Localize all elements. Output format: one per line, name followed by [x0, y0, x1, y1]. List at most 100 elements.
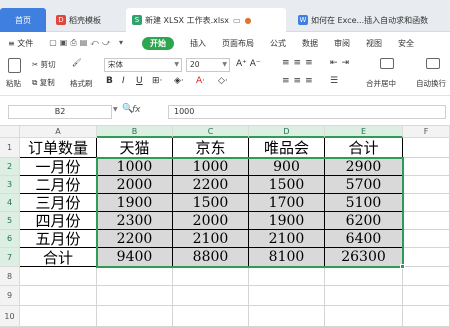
value-cell[interactable]: 1000	[173, 158, 249, 176]
value-cell[interactable]: 2000	[97, 176, 173, 194]
value-cell[interactable]: 1500	[249, 176, 325, 194]
fx-icon[interactable]: fx	[132, 105, 141, 115]
empty-cell[interactable]	[403, 158, 450, 176]
empty-cell[interactable]	[249, 267, 325, 286]
fill-handle[interactable]	[400, 264, 405, 269]
grand-total-cell[interactable]: 26300	[325, 248, 403, 267]
menu-start[interactable]: 开始	[134, 36, 182, 50]
row-header-9[interactable]: 9	[0, 286, 20, 306]
header-cell[interactable]: 合计	[325, 138, 403, 158]
value-cell[interactable]: 1700	[249, 194, 325, 212]
row-header-5[interactable]: 5	[0, 212, 20, 230]
font-name-select[interactable]: 宋体 ▼	[104, 58, 182, 72]
value-cell[interactable]: 2100	[249, 230, 325, 248]
empty-cell[interactable]	[97, 306, 173, 327]
value-cell[interactable]: 2300	[97, 212, 173, 230]
header-cell[interactable]: 京东	[173, 138, 249, 158]
value-cell[interactable]: 1000	[97, 158, 173, 176]
chevron-down-icon[interactable]: ▼	[113, 106, 118, 113]
horizontal-align-icons[interactable]: ≡≡≡	[282, 76, 317, 86]
empty-cell[interactable]	[325, 306, 403, 327]
tab-close-dot-icon[interactable]: ●	[245, 16, 252, 25]
paste-button[interactable]	[8, 58, 21, 73]
row-header-1[interactable]: 1	[0, 138, 20, 158]
tab-home[interactable]: 首页	[0, 8, 46, 32]
vertical-align-icons[interactable]: ≡≡≡	[282, 58, 317, 68]
border-icon[interactable]: ⊞·	[152, 76, 162, 86]
empty-cell[interactable]	[403, 230, 450, 248]
tab-workbook[interactable]: S 新建 XLSX 工作表.xlsx ▭ ●	[126, 8, 286, 32]
font-grow-shrink-icon[interactable]: A⁺ A⁻	[236, 59, 261, 69]
font-size-select[interactable]: 20 ▼	[186, 58, 230, 72]
row-header-2[interactable]: 2	[0, 158, 20, 176]
total-cell[interactable]: 2900	[325, 158, 403, 176]
empty-cell[interactable]	[173, 267, 249, 286]
empty-cell[interactable]	[20, 306, 97, 327]
value-cell[interactable]: 1500	[173, 194, 249, 212]
empty-cell[interactable]	[173, 306, 249, 327]
bold-icon[interactable]: B	[106, 76, 113, 86]
total-label-cell[interactable]: 合计	[20, 248, 97, 267]
empty-cell[interactable]	[20, 267, 97, 286]
select-all-corner[interactable]	[0, 126, 20, 138]
value-cell[interactable]: 2200	[97, 230, 173, 248]
header-cell[interactable]: 唯品会	[249, 138, 325, 158]
empty-cell[interactable]	[403, 176, 450, 194]
spreadsheet-grid[interactable]: A B C D E F 1 2 3 4 5 6 7 8 9 10 订单数量 天猫…	[0, 126, 450, 327]
fill-color-icon[interactable]: ◈·	[174, 76, 184, 86]
value-cell[interactable]: 2000	[173, 212, 249, 230]
sum-cell[interactable]: 9400	[97, 248, 173, 267]
value-cell[interactable]: 2100	[173, 230, 249, 248]
merge-button[interactable]: 合并居中	[366, 78, 396, 89]
italic-icon[interactable]: I	[122, 76, 125, 86]
underline-icon[interactable]: U	[136, 76, 143, 86]
total-cell[interactable]: 5100	[325, 194, 403, 212]
empty-cell[interactable]	[20, 286, 97, 306]
month-label-cell[interactable]: 五月份	[20, 230, 97, 248]
header-cell[interactable]: 订单数量	[20, 138, 97, 158]
menu-view[interactable]: 视图	[358, 38, 390, 49]
autowrap-button[interactable]: 自动换行	[416, 78, 446, 89]
menu-review[interactable]: 审阅	[326, 38, 358, 49]
value-cell[interactable]: 900	[249, 158, 325, 176]
menu-page-layout[interactable]: 页面布局	[214, 38, 262, 49]
row-header-10[interactable]: 10	[0, 306, 20, 327]
indent-icons[interactable]: ⇤⇥	[330, 58, 353, 68]
header-cell[interactable]: 天猫	[97, 138, 173, 158]
sum-cell[interactable]: 8800	[173, 248, 249, 267]
empty-cell[interactable]	[403, 194, 450, 212]
empty-cell[interactable]	[403, 267, 450, 286]
total-cell[interactable]: 6400	[325, 230, 403, 248]
menu-file[interactable]: ≡ 文件	[0, 38, 41, 49]
cut-button[interactable]: ✂ 剪切	[32, 59, 56, 70]
tab-docer-templates[interactable]: D 稻壳模板	[50, 8, 122, 32]
merge-icon[interactable]	[380, 58, 394, 69]
format-painter-label[interactable]: 格式刷	[70, 78, 93, 89]
empty-cell[interactable]	[97, 286, 173, 306]
empty-cell[interactable]	[325, 286, 403, 306]
empty-cell[interactable]	[173, 286, 249, 306]
format-painter-icon[interactable]: 🖌	[72, 58, 82, 67]
name-box[interactable]: B2	[8, 105, 112, 119]
clear-format-icon[interactable]: ◇·	[218, 76, 228, 86]
total-cell[interactable]: 6200	[325, 212, 403, 230]
column-header-f[interactable]: F	[403, 126, 450, 138]
value-cell[interactable]: 2200	[173, 176, 249, 194]
quick-access-icons[interactable]: ▢▣⎙▤⤺⤻ ▾	[41, 38, 134, 48]
wrap-icon[interactable]	[426, 58, 440, 69]
row-header-7[interactable]: 7	[0, 248, 20, 267]
font-color-icon[interactable]: A·	[196, 76, 205, 86]
total-cell[interactable]: 5700	[325, 176, 403, 194]
menu-data[interactable]: 数据	[294, 38, 326, 49]
row-header-6[interactable]: 6	[0, 230, 20, 248]
copy-button[interactable]: ⧉ 复制	[32, 77, 55, 88]
row-header-3[interactable]: 3	[0, 176, 20, 194]
empty-cell[interactable]	[403, 138, 450, 158]
row-header-8[interactable]: 8	[0, 267, 20, 286]
empty-cell[interactable]	[403, 248, 450, 267]
menu-formula[interactable]: 公式	[262, 38, 294, 49]
formula-input[interactable]: 1000	[168, 105, 446, 119]
empty-cell[interactable]	[249, 306, 325, 327]
value-cell[interactable]: 1900	[249, 212, 325, 230]
window-icon[interactable]: ▭	[233, 16, 241, 25]
